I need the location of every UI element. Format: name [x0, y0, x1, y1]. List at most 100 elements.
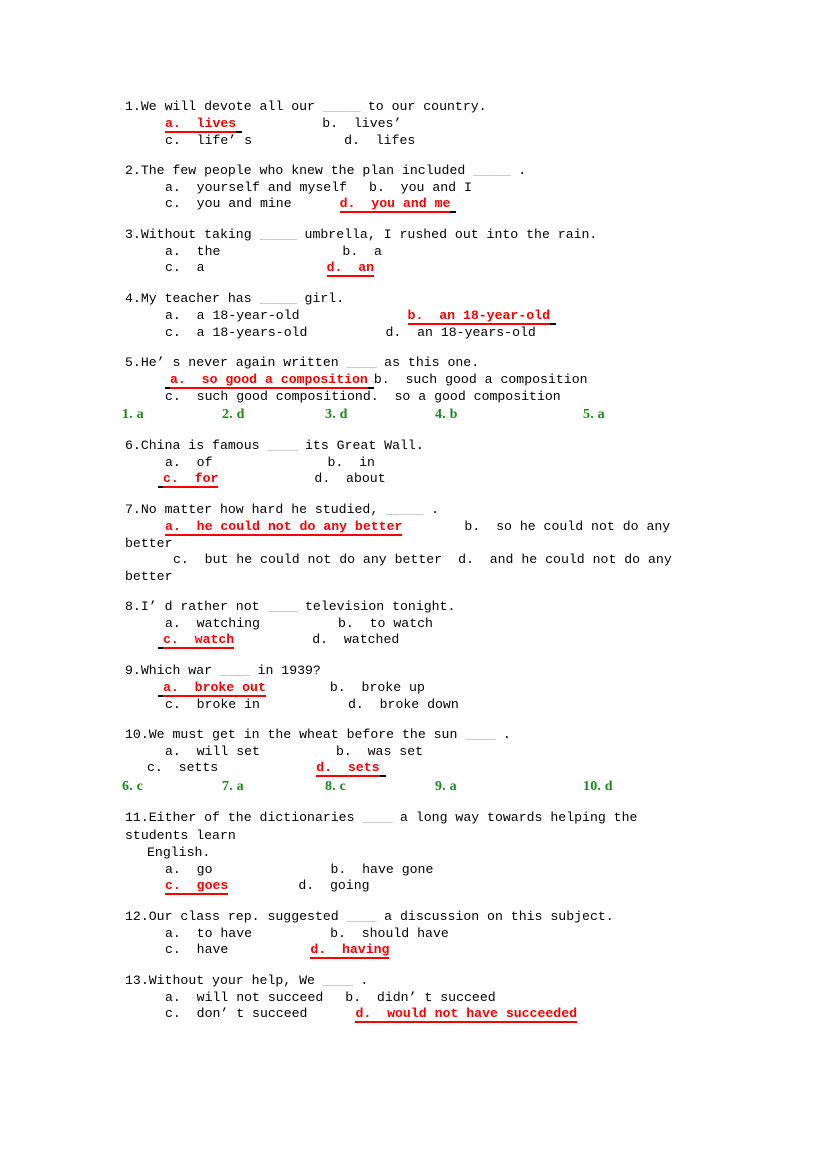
- option-13-d[interactable]: d. would not have succeeded: [355, 1007, 578, 1023]
- option-row-7-ab: a. he could not do any better b. so he co…: [125, 519, 695, 553]
- question-text-2-before: The few people who knew the plan include…: [140, 163, 474, 178]
- option-10-a[interactable]: a. will set: [165, 744, 260, 759]
- option-11-c[interactable]: c. goes: [165, 879, 229, 895]
- option-row-6-cd: c. for d. about: [125, 471, 695, 488]
- question-stem-10: 10.We must get in the wheat before the s…: [125, 726, 695, 744]
- question-stem-11-line3: English.: [147, 845, 211, 860]
- option-1-a[interactable]: a. lives: [165, 116, 237, 133]
- question-text-5-before: He’ s never again written: [140, 355, 347, 370]
- option-1-d[interactable]: d. lifes: [344, 133, 415, 148]
- question-stem-4: 4.My teacher has _____ girl.: [125, 290, 695, 308]
- option-2-b[interactable]: b. you and I: [369, 180, 472, 195]
- question-number-8: 8.: [125, 599, 141, 614]
- question-block-5: 5.He’ s never again written ____ as this…: [125, 354, 695, 405]
- option-4-a[interactable]: a. a 18-year-old: [165, 308, 300, 323]
- question-stem-7: 7.No matter how hard he studied, _____ .: [125, 501, 695, 519]
- option-1-b[interactable]: b. lives’: [322, 116, 401, 131]
- option-6-a[interactable]: a. of: [165, 455, 212, 470]
- option-10-b[interactable]: b. was set: [336, 744, 423, 759]
- question-text-9-after: in 1939?: [249, 663, 321, 678]
- question-text-4-before: My teacher has: [140, 291, 260, 306]
- question-number-4: 4.: [125, 291, 141, 306]
- question-stem-2: 2.The few people who knew the plan inclu…: [125, 162, 695, 180]
- answer-key-item: 6. c: [122, 779, 144, 794]
- question-stem-9: 9.Which war ____ in 1939?: [125, 662, 695, 680]
- question-block-4: 4.My teacher has _____ girl. a. a 18-yea…: [125, 290, 695, 341]
- question-number-11: 11.: [125, 810, 149, 825]
- option-6-b[interactable]: b. in: [327, 455, 374, 470]
- option-8-d[interactable]: d. watched: [312, 632, 399, 647]
- option-11-a[interactable]: a. go: [165, 862, 212, 877]
- question-blank-9: ____: [219, 663, 250, 678]
- option-2-a[interactable]: a. yourself and myself: [165, 180, 347, 195]
- option-2-d[interactable]: d. you and me: [339, 197, 451, 213]
- option-7-c[interactable]: c. but he could not do any better: [173, 552, 442, 567]
- option-9-b[interactable]: b. broke up: [330, 680, 425, 695]
- option-row-6-ab: a. of b. in: [125, 455, 695, 472]
- option-10-c[interactable]: c. setts: [147, 760, 218, 775]
- question-block-11: 11.Either of the dictionaries ____ a lon…: [125, 809, 695, 895]
- question-text-7-before: No matter how hard he studied,: [140, 502, 387, 517]
- question-blank-8: ____: [267, 599, 298, 614]
- option-11-b[interactable]: b. have gone: [330, 862, 433, 877]
- question-stem-8: 8.I’ d rather not ____ television tonigh…: [125, 598, 695, 616]
- option-3-b[interactable]: b. a: [342, 244, 382, 259]
- option-3-d[interactable]: d. an: [326, 261, 375, 277]
- option-12-a[interactable]: a. to have: [165, 926, 252, 941]
- question-number-12: 12.: [125, 909, 149, 924]
- option-9-c[interactable]: c. broke in: [165, 697, 260, 712]
- question-blank-4: _____: [259, 291, 298, 306]
- option-6-d[interactable]: d. about: [314, 471, 385, 486]
- question-text-13-after: .: [352, 973, 369, 988]
- option-9-d[interactable]: d. broke down: [348, 697, 459, 712]
- question-block-7: 7.No matter how hard he studied, _____ .…: [125, 501, 695, 585]
- question-text-1-before: We will devote all our: [140, 99, 323, 114]
- option-9-a[interactable]: a. broke out: [163, 680, 266, 697]
- question-stem-12: 12.Our class rep. suggested ____ a discu…: [125, 908, 695, 926]
- option-8-c[interactable]: c. watch: [163, 633, 235, 649]
- question-stem-13: 13.Without your help, We ____ .: [125, 972, 695, 990]
- option-12-d[interactable]: d. having: [310, 943, 390, 959]
- option-row-11-cd: c. goes d. going: [125, 878, 695, 895]
- option-13-c[interactable]: c. don’ t succeed: [165, 1006, 307, 1021]
- question-block-2: 2.The few people who knew the plan inclu…: [125, 162, 695, 213]
- option-2-c[interactable]: c. you and mine: [165, 196, 292, 211]
- question-number-7: 7.: [125, 502, 141, 517]
- answer-key-item: 3. d: [325, 407, 348, 422]
- question-block-13: 13.Without your help, We ____ . a. will …: [125, 972, 695, 1023]
- option-3-c[interactable]: c. a: [165, 260, 205, 275]
- option-8-b[interactable]: b. to watch: [338, 616, 433, 631]
- option-13-a[interactable]: a. will not succeed: [165, 990, 323, 1005]
- option-5-c[interactable]: c. such good composition: [165, 389, 363, 404]
- question-block-9: 9.Which war ____ in 1939? a. broke out b.…: [125, 662, 695, 713]
- option-12-b[interactable]: b. should have: [330, 926, 449, 941]
- option-4-d[interactable]: d. an 18-years-old: [385, 325, 535, 340]
- option-3-a[interactable]: a. the: [165, 244, 220, 259]
- option-4-b[interactable]: b. an 18-year-old: [407, 308, 550, 325]
- question-number-10: 10.: [125, 727, 149, 742]
- answer-key-item: 10. d: [583, 779, 613, 794]
- option-1-c[interactable]: c. life’ s: [165, 133, 252, 148]
- option-5-a[interactable]: a. so good a composition: [170, 372, 368, 389]
- option-row-10-cd: c. setts d. sets: [125, 760, 695, 777]
- option-12-c[interactable]: c. have: [165, 942, 228, 957]
- question-number-5: 5.: [125, 355, 141, 370]
- option-11-d[interactable]: d. going: [298, 878, 369, 893]
- option-7-a[interactable]: a. he could not do any better: [165, 519, 403, 536]
- question-text-6-before: China is famous: [140, 438, 268, 453]
- option-row-3-cd: c. a d. an: [125, 260, 695, 277]
- question-stem-6: 6.China is famous ____ its Great Wall.: [125, 437, 695, 455]
- option-10-d[interactable]: d. sets: [316, 761, 380, 777]
- option-5-d[interactable]: d. so a good composition: [363, 389, 561, 404]
- option-4-c[interactable]: c. a 18-years-old: [165, 325, 307, 340]
- option-row-9-ab: a. broke out b. broke up: [125, 680, 695, 697]
- question-blank-6: ____: [267, 438, 298, 453]
- option-5-b[interactable]: b. such good a composition: [374, 372, 588, 387]
- option-6-c[interactable]: c. for: [163, 472, 219, 488]
- question-block-1: 1.We will devote all our _____ to our co…: [125, 98, 695, 149]
- option-row-5-ab: a. so good a composition b. such good a c…: [125, 372, 695, 389]
- option-13-b[interactable]: b. didn’ t succeed: [345, 990, 495, 1005]
- option-row-8-cd: c. watch d. watched: [125, 632, 695, 649]
- question-text-9-before: Which war: [140, 663, 220, 678]
- option-8-a[interactable]: a. watching: [165, 616, 260, 631]
